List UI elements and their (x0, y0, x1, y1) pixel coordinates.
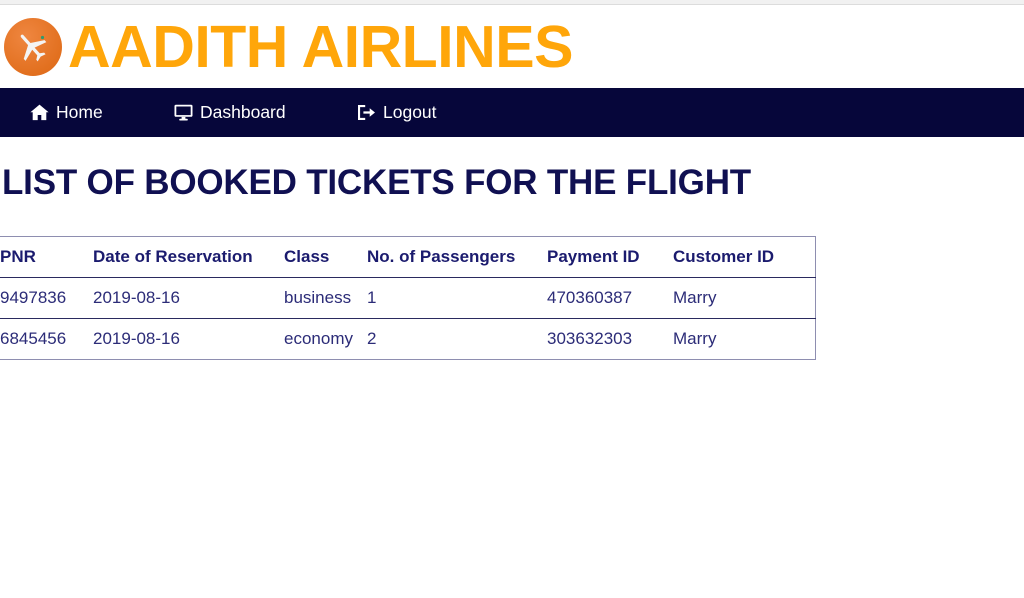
cell-date: 2019-08-16 (93, 277, 284, 319)
nav-item-dashboard[interactable]: Dashboard (174, 88, 286, 137)
cell-customer-id: Marry (673, 329, 717, 348)
column-header-date: Date of Reservation (93, 236, 284, 278)
brand-title: AADITH AIRLINES (68, 13, 573, 80)
nav-item-logout[interactable]: Logout (357, 88, 437, 137)
cell-class: business (284, 277, 367, 319)
column-header-payment-id: Payment ID (547, 236, 673, 278)
nav-item-dashboard-label: Dashboard (200, 102, 286, 122)
table-header: PNR Date of Reservation Class No. of Pas… (0, 236, 816, 278)
booked-tickets-table: PNR Date of Reservation Class No. of Pas… (0, 236, 816, 360)
nav-item-logout-label: Logout (383, 102, 437, 122)
nav-item-home[interactable]: Home (30, 88, 103, 137)
cell-passengers: 1 (367, 277, 547, 319)
booked-tickets-table-container: PNR Date of Reservation Class No. of Pas… (0, 236, 816, 360)
column-header-pnr: PNR (0, 236, 93, 278)
cell-passengers: 2 (367, 329, 377, 348)
table-row: 6845456 2019-08-16 economy 2 303632303 M… (0, 319, 816, 360)
desktop-icon (174, 104, 193, 121)
top-chrome-strip (0, 0, 1024, 5)
main-navbar: Home Dashboard Logout (0, 88, 1024, 137)
column-header-class: Class (284, 236, 367, 278)
cell-customer-id: Marry (673, 277, 816, 319)
cell-pnr: 6845456 (0, 329, 67, 348)
brand-header: AADITH AIRLINES (0, 6, 1024, 88)
column-header-passengers: No. of Passengers (367, 236, 547, 278)
cell-date: 2019-08-16 (93, 329, 180, 348)
table-row: 9497836 2019-08-16 business 1 470360387 … (0, 277, 816, 319)
page-title: LIST OF BOOKED TICKETS FOR THE FLIGHT (2, 163, 751, 202)
nav-item-home-label: Home (56, 102, 103, 122)
sign-out-icon (357, 104, 376, 121)
table-header-row: PNR Date of Reservation Class No. of Pas… (0, 236, 816, 278)
column-header-customer-id: Customer ID (673, 236, 816, 278)
cell-class: economy (284, 329, 353, 348)
airplane-icon (4, 18, 62, 76)
cell-pnr: 9497836 (0, 277, 93, 319)
home-icon (30, 104, 49, 121)
cell-payment-id: 470360387 (547, 277, 673, 319)
table-body: 9497836 2019-08-16 business 1 470360387 … (0, 277, 816, 360)
cell-payment-id: 303632303 (547, 329, 633, 348)
